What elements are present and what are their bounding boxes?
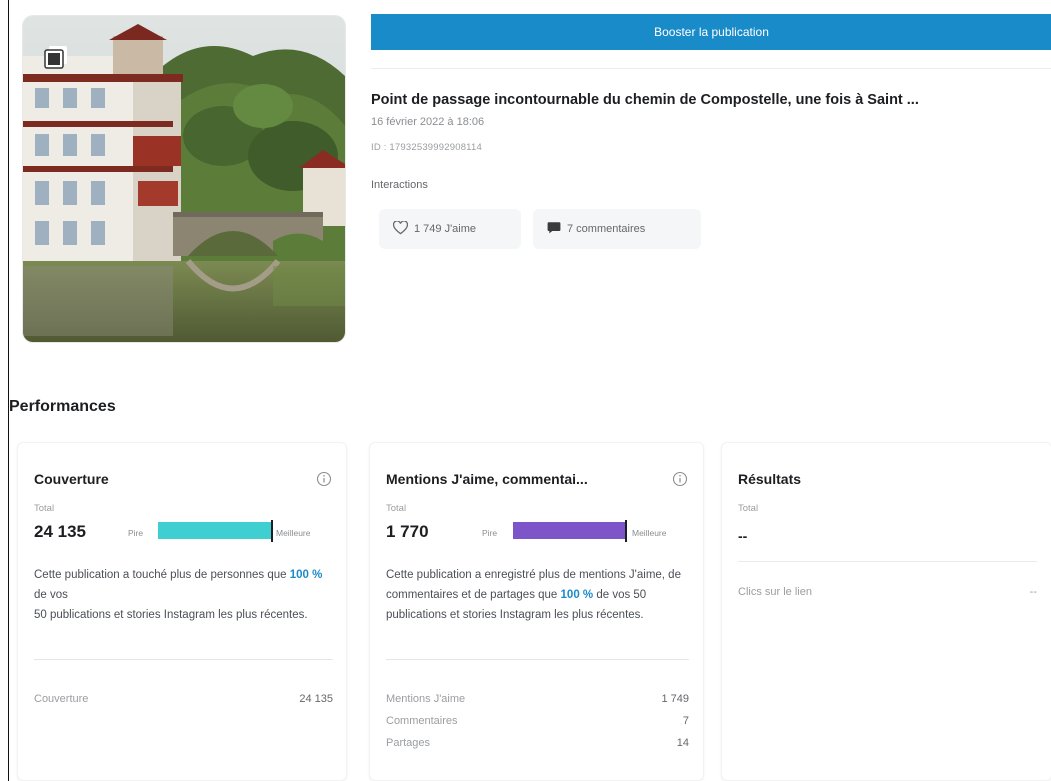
- row-value: 14: [676, 737, 689, 749]
- post-thumbnail[interactable]: [23, 16, 345, 342]
- row-value: 7: [682, 715, 689, 727]
- desc-percent: 100 %: [560, 589, 594, 601]
- post-date: 16 février 2022 à 18:06: [371, 116, 485, 128]
- bar-low-label: Pire: [128, 528, 144, 538]
- interactions-total-label: Total: [386, 503, 407, 514]
- divider: [738, 561, 1037, 562]
- row-label: Partages: [386, 737, 431, 749]
- bar-high-label: Meilleure: [276, 528, 311, 538]
- likes-count: 1 749 J'aime: [414, 223, 477, 235]
- coverage-bar-fill: [158, 522, 271, 539]
- info-icon[interactable]: [672, 471, 688, 487]
- likes-chip: 1 749 J'aime: [379, 209, 521, 249]
- desc-percent: 100 %: [289, 569, 323, 581]
- likes-row: Mentions J'aime 1 749: [386, 693, 689, 705]
- comments-count: 7 commentaires: [567, 223, 646, 235]
- post-insights-panel: Booster la publication Point de passage …: [8, 0, 1051, 781]
- heart-icon: [392, 219, 409, 238]
- row-value: --: [1029, 586, 1037, 598]
- post-id: ID : 17932539992908114: [371, 142, 482, 153]
- desc-text: Cette publication a touché plus de perso…: [34, 569, 290, 581]
- coverage-row: Couverture 24 135: [34, 693, 333, 705]
- performance-heading: Performances: [9, 398, 116, 415]
- coverage-description: Cette publication a touché plus de perso…: [34, 565, 324, 625]
- interactions-card: Mentions J'aime, commentai... Total 1 77…: [369, 442, 704, 781]
- comments-chip: 7 commentaires: [533, 209, 701, 249]
- coverage-comparison-bar: [158, 520, 273, 542]
- row-value: 24 135: [299, 693, 333, 705]
- divider: [386, 659, 689, 660]
- carousel-icon: [43, 44, 69, 70]
- interactions-bar-fill: [513, 522, 625, 539]
- row-label: Mentions J'aime: [386, 693, 466, 705]
- comments-row: Commentaires 7: [386, 715, 689, 727]
- bar-marker: [625, 520, 627, 542]
- coverage-card: Couverture Total 24 135 Pire Meilleure C…: [17, 442, 347, 781]
- row-label: Clics sur le lien: [738, 586, 812, 598]
- interactions-description: Cette publication a enregistré plus de m…: [386, 565, 686, 625]
- row-label: Commentaires: [386, 715, 458, 727]
- interactions-label: Interactions: [371, 179, 428, 191]
- comment-icon: [547, 221, 561, 237]
- town-river-image: [23, 16, 345, 342]
- results-total-label: Total: [738, 503, 759, 514]
- bar-low-label: Pire: [482, 528, 498, 538]
- coverage-title: Couverture: [34, 471, 109, 487]
- coverage-value: 24 135: [34, 522, 86, 541]
- row-value: 1 749: [661, 693, 689, 705]
- interactions-title: Mentions J'aime, commentai...: [386, 471, 588, 487]
- desc-text: de vos: [34, 589, 68, 601]
- results-title: Résultats: [738, 471, 802, 487]
- coverage-total-label: Total: [34, 503, 55, 514]
- divider: [34, 659, 333, 660]
- divider: [371, 68, 1051, 69]
- desc-text: 50 publications et stories Instagram les…: [34, 609, 308, 621]
- bar-marker: [271, 520, 273, 542]
- interactions-value: 1 770: [386, 522, 429, 541]
- results-value: --: [738, 528, 748, 544]
- boost-post-button[interactable]: Booster la publication: [371, 14, 1051, 50]
- post-title[interactable]: Point de passage incontournable du chemi…: [371, 92, 1046, 108]
- info-icon[interactable]: [316, 471, 332, 487]
- row-label: Couverture: [34, 693, 89, 705]
- results-card: Résultats Total -- Clics sur le lien --: [721, 442, 1051, 781]
- shares-row: Partages 14: [386, 737, 689, 749]
- interactions-comparison-bar: [513, 520, 627, 542]
- bar-high-label: Meilleure: [632, 528, 667, 538]
- link-clicks-row: Clics sur le lien --: [738, 586, 1037, 598]
